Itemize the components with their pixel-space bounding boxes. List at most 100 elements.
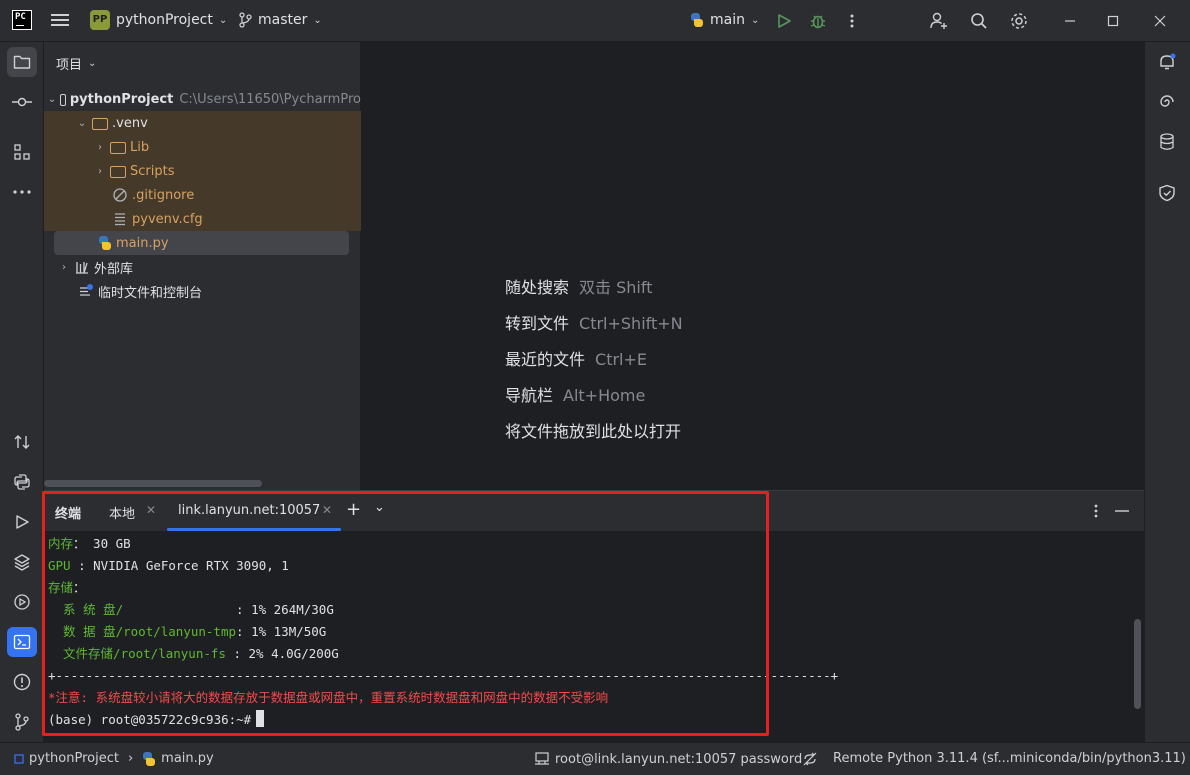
hint-label: 将文件拖放到此处以打开 <box>505 422 682 441</box>
terminal-scrollbar[interactable] <box>1134 619 1141 709</box>
branch-switcher[interactable]: master ⌄ <box>238 12 322 28</box>
main-menu-button[interactable] <box>50 11 70 31</box>
commit-icon <box>12 97 32 107</box>
close-icon[interactable]: ✕ <box>322 503 332 517</box>
layers-icon <box>14 554 30 571</box>
terminal-line: GPU : NVIDIA GeForce RTX 3090, 1 <box>48 555 1128 577</box>
interpreter-widget[interactable]: Remote Python 3.11.4 (sf...miniconda/bin… <box>833 751 1186 766</box>
services-tool-button[interactable] <box>7 587 37 617</box>
new-tab-button[interactable]: + <box>346 499 361 520</box>
chevron-right-icon: › <box>127 751 134 766</box>
navigation-bar-hint: 导航栏 Alt+Home <box>505 382 645 406</box>
maximize-button[interactable] <box>1103 11 1123 31</box>
maximize-icon <box>1107 15 1119 27</box>
remote-host-label: root@link.lanyun.net:10057 password <box>555 751 803 767</box>
tab-dropdown-button[interactable]: ⌄ <box>374 500 385 515</box>
tree-item-venv[interactable]: ⌄ .venv <box>44 111 361 135</box>
tree-item-gitignore[interactable]: .gitignore <box>44 183 361 207</box>
terminal-title: 终端 <box>55 507 82 522</box>
gpu-label: GPU <box>48 558 71 573</box>
power-save-widget[interactable] <box>802 751 818 767</box>
chevron-right-icon[interactable]: › <box>94 166 106 177</box>
tree-item-label: pyvenv.cfg <box>132 211 203 227</box>
tree-item-scripts[interactable]: › Scripts <box>44 159 361 183</box>
tree-item-project-root[interactable]: ⌄ pythonProject C:\Users\11650\PycharmPr… <box>44 87 361 111</box>
project-switcher[interactable]: PP pythonProject ⌄ <box>90 10 227 30</box>
tree-item-label: .gitignore <box>132 187 195 203</box>
layers-tool-button[interactable] <box>7 547 37 577</box>
scratches-icon <box>80 284 93 296</box>
run-button[interactable] <box>774 11 794 31</box>
chevron-right-icon[interactable]: › <box>94 142 106 153</box>
breadcrumb-file[interactable]: main.py <box>161 751 214 766</box>
tree-item-lib[interactable]: › Lib <box>44 135 361 159</box>
minimize-icon <box>1065 20 1075 22</box>
gpu-value: : NVIDIA GeForce RTX 3090, 1 <box>70 558 289 573</box>
tree-item-main-py[interactable]: main.py <box>44 231 361 255</box>
git-tool-button[interactable] <box>7 707 37 737</box>
ai-assistant-button[interactable] <box>1152 87 1182 117</box>
terminal-tool-button[interactable] <box>7 627 37 657</box>
tab-local[interactable]: 本地 <box>109 503 135 522</box>
structure-icon <box>14 144 30 160</box>
security-button[interactable] <box>1152 178 1182 208</box>
project-view-selector[interactable]: 项目 ⌄ <box>56 54 96 73</box>
file-storage-value: : 2% 4.0G/200G <box>225 646 339 661</box>
problems-tool-button[interactable] <box>7 667 37 697</box>
python-console-button[interactable] <box>7 467 37 497</box>
hint-label: 导航栏 <box>505 386 554 405</box>
tab-remote-ssh[interactable]: link.lanyun.net:10057 <box>178 503 320 518</box>
tree-item-pyvenv-cfg[interactable]: pyvenv.cfg <box>44 207 361 231</box>
notice-text: *注意: 系统盘较小请将大的数据存放于数据盘或网盘中，重置系统时数据盘和网盘中的… <box>48 690 609 705</box>
chevron-down-icon[interactable]: ⌄ <box>76 118 88 129</box>
python-console-icon <box>14 474 30 490</box>
hint-label: 转到文件 <box>505 314 570 333</box>
tree-item-external-libraries[interactable]: › 外部库 <box>44 255 361 279</box>
hint-label: 随处搜索 <box>505 278 570 297</box>
add-user-button[interactable] <box>929 11 949 31</box>
debug-button[interactable] <box>808 11 828 31</box>
commit-tool-button[interactable] <box>7 87 37 117</box>
database-button[interactable] <box>1152 127 1182 157</box>
hint-shortcut: Alt+Home <box>563 386 646 405</box>
play-icon <box>16 515 29 529</box>
search-icon <box>971 13 987 29</box>
terminal-line: (base) root@035722c9c936:~# <box>48 709 1128 731</box>
terminal-line: 文件存储/root/lanyun-fs : 2% 4.0G/200G <box>48 643 1128 665</box>
hint-shortcut: Ctrl+Shift+N <box>579 314 683 333</box>
config-file-icon <box>115 213 125 226</box>
terminal-output[interactable]: 内存： 30 GB GPU : NVIDIA GeForce RTX 3090, … <box>48 533 1128 731</box>
tree-item-scratches[interactable]: 临时文件和控制台 <box>44 279 361 303</box>
terminal-icon <box>13 634 31 650</box>
remote-sync-button[interactable] <box>7 427 37 457</box>
breadcrumb-project[interactable]: pythonProject <box>29 751 119 766</box>
notifications-button[interactable] <box>1152 47 1182 77</box>
settings-button[interactable] <box>1009 11 1029 31</box>
separator-line: +---------------------------------------… <box>48 668 839 683</box>
structure-tool-button[interactable] <box>7 137 37 167</box>
shell-prompt: (base) root@035722c9c936:~# <box>48 712 252 727</box>
close-window-button[interactable] <box>1150 11 1170 31</box>
horizontal-scrollbar[interactable] <box>44 480 262 487</box>
more-vertical-icon[interactable] <box>1094 503 1098 519</box>
close-icon[interactable]: ✕ <box>146 503 156 517</box>
more-tools-button[interactable] <box>7 177 37 207</box>
search-button[interactable] <box>969 11 989 31</box>
hint-shortcut: Ctrl+E <box>595 350 647 369</box>
hide-panel-icon[interactable] <box>1115 510 1129 512</box>
chevron-right-icon[interactable]: › <box>58 262 70 273</box>
editor-empty-state: 随处搜索 双击 Shift 转到文件 Ctrl+Shift+N 最近的文件 Ctrl+… <box>362 42 1144 490</box>
run-config-selector[interactable]: main ⌄ <box>690 12 759 28</box>
bug-icon <box>810 15 826 29</box>
data-disk-value: : 1% 13M/50G <box>236 624 327 639</box>
run-tool-button[interactable] <box>7 507 37 537</box>
system-disk-value: : 1% 264M/30G <box>228 602 334 617</box>
remote-host-widget[interactable]: root@link.lanyun.net:10057 password <box>534 751 802 767</box>
project-tool-button[interactable] <box>7 47 37 77</box>
project-path: C:\Users\11650\PycharmPro <box>179 91 361 107</box>
git-branch-icon <box>239 12 252 28</box>
hint-label: 最近的文件 <box>505 350 586 369</box>
minimize-button[interactable] <box>1060 11 1080 31</box>
chevron-down-icon[interactable]: ⌄ <box>48 94 56 105</box>
more-actions-button[interactable] <box>842 11 862 31</box>
